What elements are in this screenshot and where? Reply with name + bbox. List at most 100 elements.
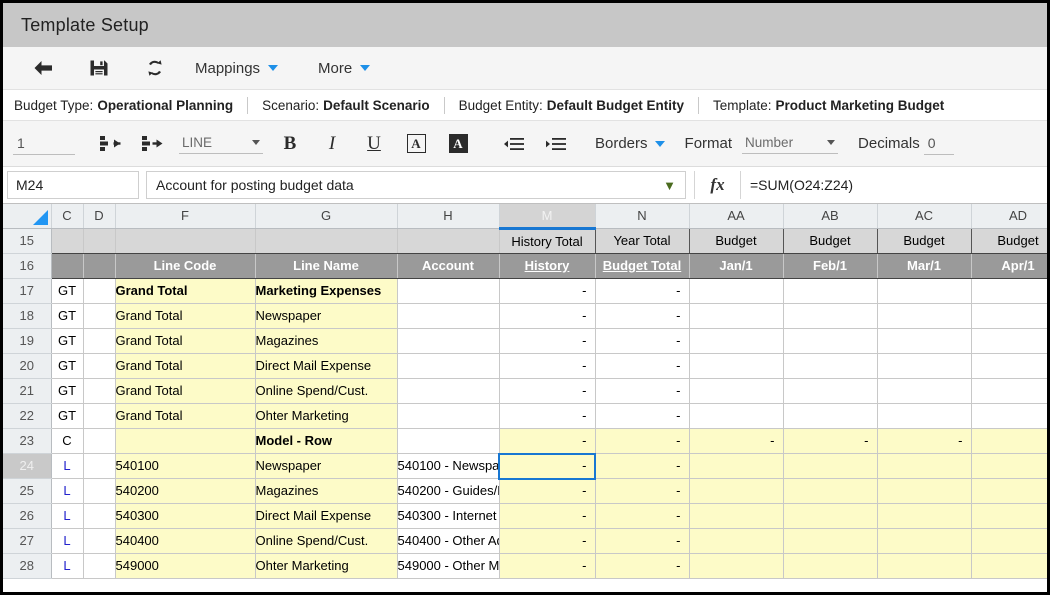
- cell-C22[interactable]: GT: [51, 403, 84, 429]
- column-header-c[interactable]: C: [51, 204, 84, 229]
- row-header-25[interactable]: 25: [3, 478, 52, 504]
- cell-G20[interactable]: Direct Mail Expense: [255, 353, 398, 379]
- cell-AD19[interactable]: [971, 328, 1047, 354]
- cell-N28[interactable]: -: [595, 553, 690, 579]
- cell-G24[interactable]: Newspaper: [255, 453, 398, 479]
- cell-N16[interactable]: Budget Total: [595, 253, 690, 279]
- cell-AC22[interactable]: [877, 403, 972, 429]
- cell-C15[interactable]: [51, 228, 84, 254]
- cell-N26[interactable]: -: [595, 503, 690, 529]
- cell-AC18[interactable]: [877, 303, 972, 329]
- row-header-27[interactable]: 27: [3, 528, 52, 554]
- cell-AB17[interactable]: [783, 278, 878, 304]
- cell-AB22[interactable]: [783, 403, 878, 429]
- cell-AC23[interactable]: -: [877, 428, 972, 454]
- cell-AB19[interactable]: [783, 328, 878, 354]
- cell-N21[interactable]: -: [595, 378, 690, 404]
- cell-C26[interactable]: L: [51, 503, 84, 529]
- borders-menu[interactable]: Borders: [595, 135, 665, 152]
- row-header-19[interactable]: 19: [3, 328, 52, 354]
- cell-H16[interactable]: Account: [397, 253, 500, 279]
- cell-D25[interactable]: [83, 478, 116, 504]
- cell-F23[interactable]: [115, 428, 256, 454]
- column-header-m[interactable]: M: [499, 204, 596, 230]
- chevron-down-icon[interactable]: ▼: [663, 179, 676, 192]
- cell-C17[interactable]: GT: [51, 278, 84, 304]
- column-header-ab[interactable]: AB: [783, 204, 878, 229]
- column-header-d[interactable]: D: [83, 204, 116, 229]
- cell-C25[interactable]: L: [51, 478, 84, 504]
- cell-D18[interactable]: [83, 303, 116, 329]
- cell-D23[interactable]: [83, 428, 116, 454]
- cell-F16[interactable]: Line Code: [115, 253, 256, 279]
- bold-button[interactable]: B: [269, 129, 311, 159]
- cell-F28[interactable]: 549000: [115, 553, 256, 579]
- cell-AA20[interactable]: [689, 353, 784, 379]
- row-header-17[interactable]: 17: [3, 278, 52, 304]
- cell-G26[interactable]: Direct Mail Expense: [255, 503, 398, 529]
- cell-H27[interactable]: 540400 - Other Advertising: [397, 528, 500, 554]
- cell-D22[interactable]: [83, 403, 116, 429]
- font-color-button[interactable]: A: [395, 129, 437, 159]
- cell-AC27[interactable]: [877, 528, 972, 554]
- cell-AC25[interactable]: [877, 478, 972, 504]
- cell-AB16[interactable]: Feb/1: [783, 253, 878, 279]
- back-arrow-icon[interactable]: [23, 53, 63, 83]
- cell-M26[interactable]: -: [499, 503, 596, 529]
- cell-D17[interactable]: [83, 278, 116, 304]
- cell-AB15[interactable]: Budget: [783, 228, 878, 254]
- cell-C28[interactable]: L: [51, 553, 84, 579]
- cell-AB27[interactable]: [783, 528, 878, 554]
- decrease-indent-icon[interactable]: [493, 129, 535, 159]
- cell-M27[interactable]: -: [499, 528, 596, 554]
- cell-N22[interactable]: -: [595, 403, 690, 429]
- underline-button[interactable]: U: [353, 129, 395, 159]
- cell-AA16[interactable]: Jan/1: [689, 253, 784, 279]
- cell-G16[interactable]: Line Name: [255, 253, 398, 279]
- row-header-16[interactable]: 16: [3, 253, 52, 279]
- cell-N18[interactable]: -: [595, 303, 690, 329]
- cell-F20[interactable]: Grand Total: [115, 353, 256, 379]
- cell-F25[interactable]: 540200: [115, 478, 256, 504]
- cell-AA22[interactable]: [689, 403, 784, 429]
- cell-AB23[interactable]: -: [783, 428, 878, 454]
- cell-AD24[interactable]: [971, 453, 1047, 479]
- row-count-input[interactable]: [13, 132, 75, 155]
- cell-AC24[interactable]: [877, 453, 972, 479]
- cell-C27[interactable]: L: [51, 528, 84, 554]
- cell-H15[interactable]: [397, 228, 500, 254]
- cell-H22[interactable]: [397, 403, 500, 429]
- save-floppy-icon[interactable]: [79, 53, 119, 83]
- cell-AD22[interactable]: [971, 403, 1047, 429]
- column-header-g[interactable]: G: [255, 204, 398, 229]
- cell-AC21[interactable]: [877, 378, 972, 404]
- row-header-20[interactable]: 20: [3, 353, 52, 379]
- cell-D20[interactable]: [83, 353, 116, 379]
- cell-AA23[interactable]: -: [689, 428, 784, 454]
- cell-D27[interactable]: [83, 528, 116, 554]
- fill-color-button[interactable]: A: [437, 129, 479, 159]
- cell-M18[interactable]: -: [499, 303, 596, 329]
- row-header-26[interactable]: 26: [3, 503, 52, 529]
- decimals-input[interactable]: [923, 132, 954, 155]
- cell-AC20[interactable]: [877, 353, 972, 379]
- cell-C24[interactable]: L: [51, 453, 84, 479]
- cell-M19[interactable]: -: [499, 328, 596, 354]
- cell-D21[interactable]: [83, 378, 116, 404]
- cell-G19[interactable]: Magazines: [255, 328, 398, 354]
- cell-M16[interactable]: History: [499, 253, 596, 279]
- cell-M23[interactable]: -: [499, 428, 596, 454]
- increase-indent-icon[interactable]: [535, 129, 577, 159]
- row-header-22[interactable]: 22: [3, 403, 52, 429]
- cell-AA26[interactable]: [689, 503, 784, 529]
- cell-G27[interactable]: Online Spend/Cust.: [255, 528, 398, 554]
- cell-AB18[interactable]: [783, 303, 878, 329]
- cell-M15[interactable]: History Total: [499, 228, 596, 254]
- cell-H18[interactable]: [397, 303, 500, 329]
- column-header-n[interactable]: N: [595, 204, 690, 229]
- formula-input[interactable]: =SUM(O24:Z24): [741, 171, 1047, 199]
- cell-H23[interactable]: [397, 428, 500, 454]
- cell-D15[interactable]: [83, 228, 116, 254]
- cell-M22[interactable]: -: [499, 403, 596, 429]
- cell-C19[interactable]: GT: [51, 328, 84, 354]
